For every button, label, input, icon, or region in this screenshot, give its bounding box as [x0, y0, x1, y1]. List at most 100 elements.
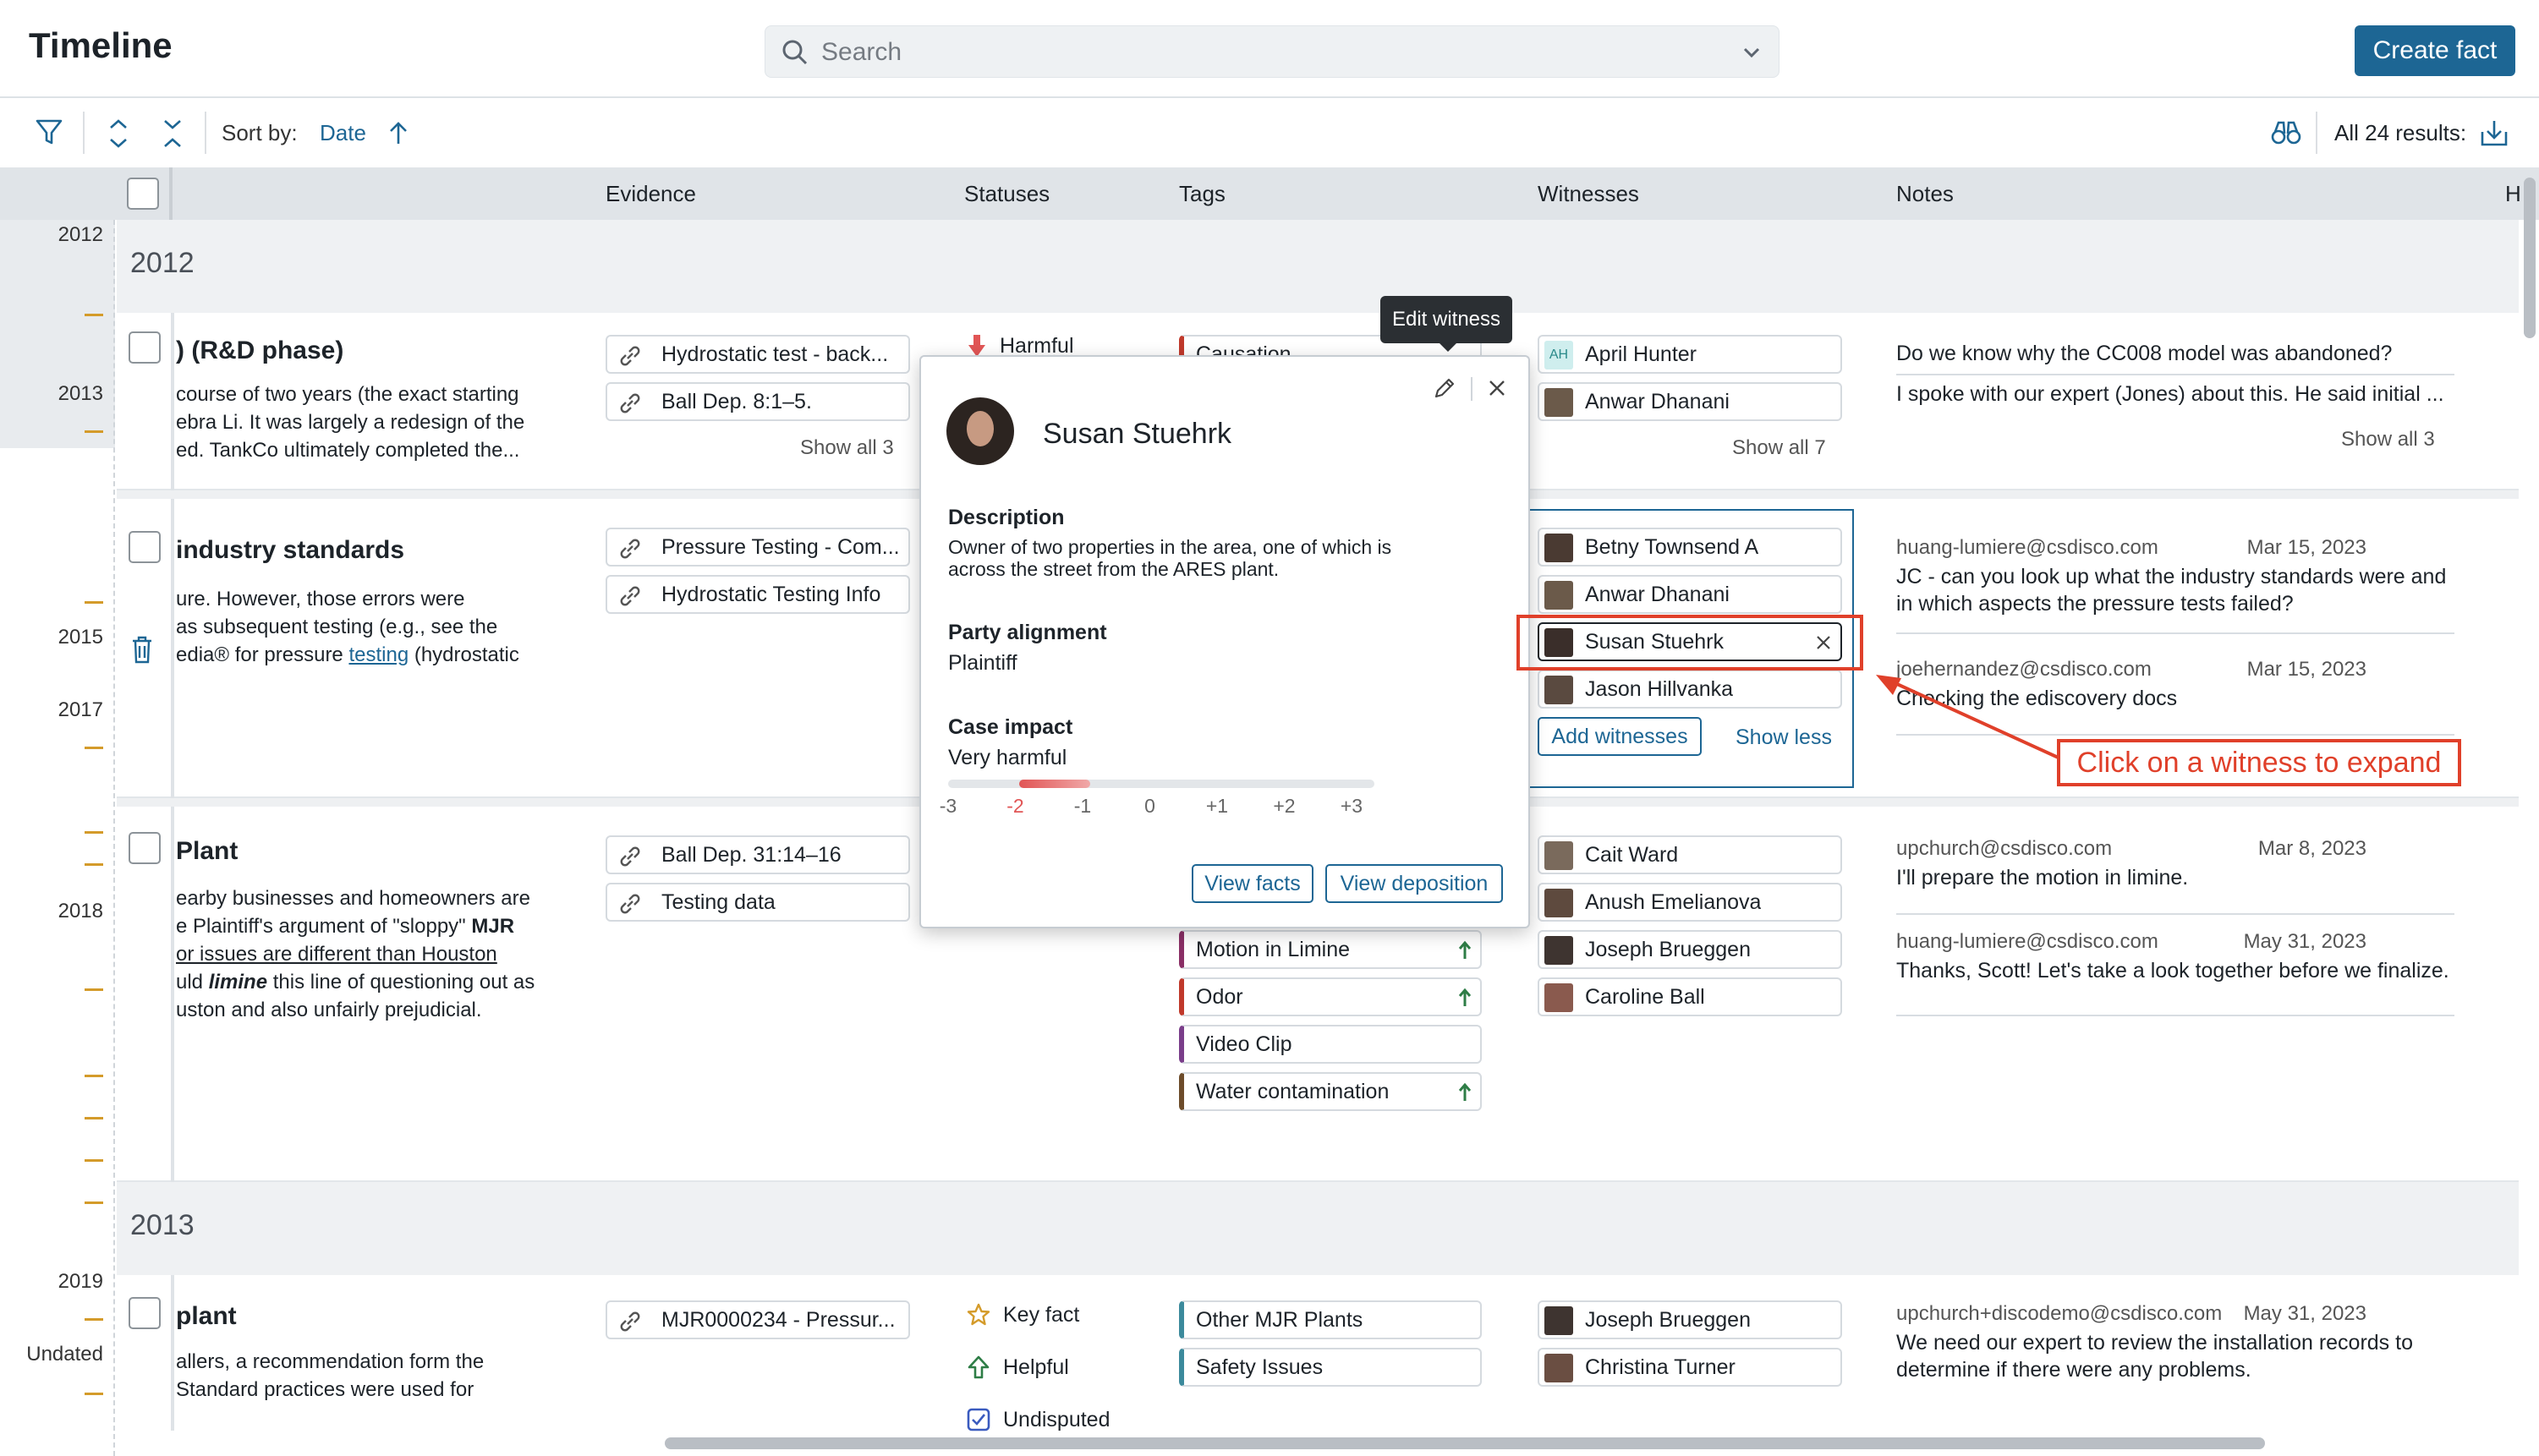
show-all-witnesses[interactable]: Show all 7: [1732, 436, 1826, 460]
link-icon: [620, 346, 640, 366]
search-input[interactable]: Search: [765, 25, 1779, 78]
column-notes[interactable]: Notes: [1896, 181, 1954, 207]
evidence-link[interactable]: Ball Dep. 8:1–5.: [606, 382, 910, 421]
evidence-link[interactable]: Hydrostatic Testing Info: [606, 575, 910, 614]
create-fact-button[interactable]: Create fact: [2355, 25, 2515, 76]
witness-item[interactable]: Caroline Ball: [1538, 977, 1842, 1016]
table-header: Evidence Statuses Tags Witnesses Notes H: [0, 167, 2539, 220]
witness-item[interactable]: Christina Turner: [1538, 1348, 1842, 1387]
view-deposition-button[interactable]: View deposition: [1325, 864, 1503, 903]
note-date: Mar 15, 2023: [2246, 658, 2366, 681]
desc-link[interactable]: testing: [348, 643, 409, 666]
pencil-icon[interactable]: [1432, 375, 1457, 401]
witness-item[interactable]: Joseph Brueggen: [1538, 930, 1842, 969]
fact-title[interactable]: ) (R&D phase): [176, 337, 343, 365]
tag-item[interactable]: Motion in Limine: [1179, 930, 1482, 969]
witness-item[interactable]: Anwar Dhanani: [1538, 382, 1842, 421]
witness-item[interactable]: Anwar Dhanani: [1538, 575, 1842, 614]
note-date: Mar 8, 2023: [2257, 837, 2366, 860]
note-text: JC - can you look up what the industry s…: [1896, 563, 2446, 617]
tag-item[interactable]: Other MJR Plants: [1179, 1300, 1482, 1339]
fact-title[interactable]: Plant: [176, 837, 238, 866]
column-statuses[interactable]: Statuses: [964, 181, 1050, 207]
avatar: [1544, 676, 1573, 704]
row-checkbox[interactable]: [129, 331, 161, 364]
link-icon: [620, 539, 640, 559]
impact-scale-label: -1: [1073, 795, 1092, 817]
witness-name: Jason Hillvanka: [1585, 676, 1734, 701]
witness-name: April Hunter: [1585, 342, 1697, 366]
witness-item[interactable]: Betny Townsend A: [1538, 528, 1842, 567]
chevron-down-icon[interactable]: [1741, 45, 1762, 60]
table-row[interactable]: plant allers, a recommendation form the …: [117, 1275, 2519, 1431]
column-witnesses[interactable]: Witnesses: [1538, 181, 1639, 207]
timeline-tick: [85, 314, 103, 316]
annotation-arrow: [1876, 675, 2063, 761]
fact-title[interactable]: plant: [176, 1302, 237, 1331]
fact-title[interactable]: industry standards: [176, 536, 404, 565]
horizontal-scrollbar[interactable]: [665, 1437, 2265, 1449]
timeline-tick: [85, 1075, 103, 1077]
avatar-face: [967, 411, 994, 446]
note-date: Mar 15, 2023: [2246, 536, 2366, 559]
witness-item[interactable]: Jason Hillvanka: [1538, 670, 1842, 709]
download-icon[interactable]: [2478, 117, 2510, 149]
witness-name: Betny Townsend A: [1585, 534, 1759, 559]
timeline-tick: [85, 1159, 103, 1162]
witness-item[interactable]: AH April Hunter: [1538, 335, 1842, 374]
witness-item[interactable]: Anush Emelianova: [1538, 883, 1842, 922]
year-label: 2017: [58, 698, 103, 721]
view-facts-button[interactable]: View facts: [1192, 864, 1313, 903]
add-witnesses-button[interactable]: Add witnesses: [1538, 717, 1702, 756]
status-helpful: Helpful: [966, 1355, 1069, 1380]
witness-item[interactable]: Joseph Brueggen: [1538, 1300, 1842, 1339]
show-all-notes[interactable]: Show all 3: [2341, 428, 2435, 452]
collapse-all-icon[interactable]: [157, 117, 188, 151]
note-author: huang-lumiere@csdisco.com: [1896, 930, 2158, 953]
row-checkbox[interactable]: [129, 531, 161, 563]
note-line: I'll prepare the motion in limine.: [1896, 866, 2189, 889]
trash-icon[interactable]: [129, 634, 156, 665]
witness-item[interactable]: Cait Ward: [1538, 835, 1842, 874]
evidence-link[interactable]: Ball Dep. 31:14–16: [606, 835, 910, 874]
column-h[interactable]: H: [2505, 181, 2521, 207]
column-tags[interactable]: Tags: [1179, 181, 1226, 207]
evidence-link[interactable]: Pressure Testing - Com...: [606, 528, 910, 567]
checkbox-check-icon: [967, 1408, 990, 1431]
show-all-evidence[interactable]: Show all 3: [800, 436, 894, 460]
column-evidence[interactable]: Evidence: [606, 181, 696, 207]
year-label: Undated: [26, 1343, 103, 1366]
expand-all-icon[interactable]: [103, 117, 134, 151]
note-date: May 31, 2023: [2243, 1302, 2366, 1325]
sort-value[interactable]: Date: [320, 120, 366, 146]
row-checkbox[interactable]: [129, 832, 161, 864]
witness-name: Joseph Brueggen: [1585, 1307, 1751, 1332]
row-rail: [171, 313, 174, 490]
evidence-link[interactable]: Hydrostatic test - back...: [606, 335, 910, 374]
filter-icon[interactable]: [34, 117, 64, 147]
star-icon: [967, 1303, 990, 1326]
tag-item[interactable]: Safety Issues: [1179, 1348, 1482, 1387]
note-text: Do we know why the CC008 model was aband…: [1896, 342, 2393, 365]
binoculars-icon[interactable]: [2270, 118, 2302, 147]
tag-label: Odor: [1196, 984, 1243, 1009]
row-checkbox[interactable]: [129, 1297, 161, 1329]
evidence-link[interactable]: MJR0000234 - Pressur...: [606, 1300, 910, 1339]
tag-item[interactable]: Odor: [1179, 977, 1482, 1016]
vertical-scrollbar[interactable]: [2524, 178, 2536, 338]
evidence-link[interactable]: Testing data: [606, 883, 910, 922]
witness-name: Joseph Brueggen: [1585, 937, 1751, 961]
arrow-up-icon: [1458, 1082, 1472, 1101]
tag-item[interactable]: Water contamination: [1179, 1072, 1482, 1111]
description-text: Owner of two properties in the area, one…: [948, 536, 1391, 580]
close-icon[interactable]: [1486, 377, 1508, 399]
timeline-tick: [85, 831, 103, 834]
arrow-up-icon[interactable]: [386, 118, 411, 147]
note-text: I spoke with our expert (Jones) about th…: [1896, 382, 2444, 406]
year-label: 2012: [58, 223, 103, 246]
tag-item[interactable]: Video Clip: [1179, 1025, 1482, 1064]
show-less-link[interactable]: Show less: [1736, 725, 1832, 750]
fact-description: course of two years (the exact starting …: [176, 380, 524, 464]
timeline-tick: [85, 430, 103, 433]
select-all-checkbox[interactable]: [127, 178, 159, 210]
